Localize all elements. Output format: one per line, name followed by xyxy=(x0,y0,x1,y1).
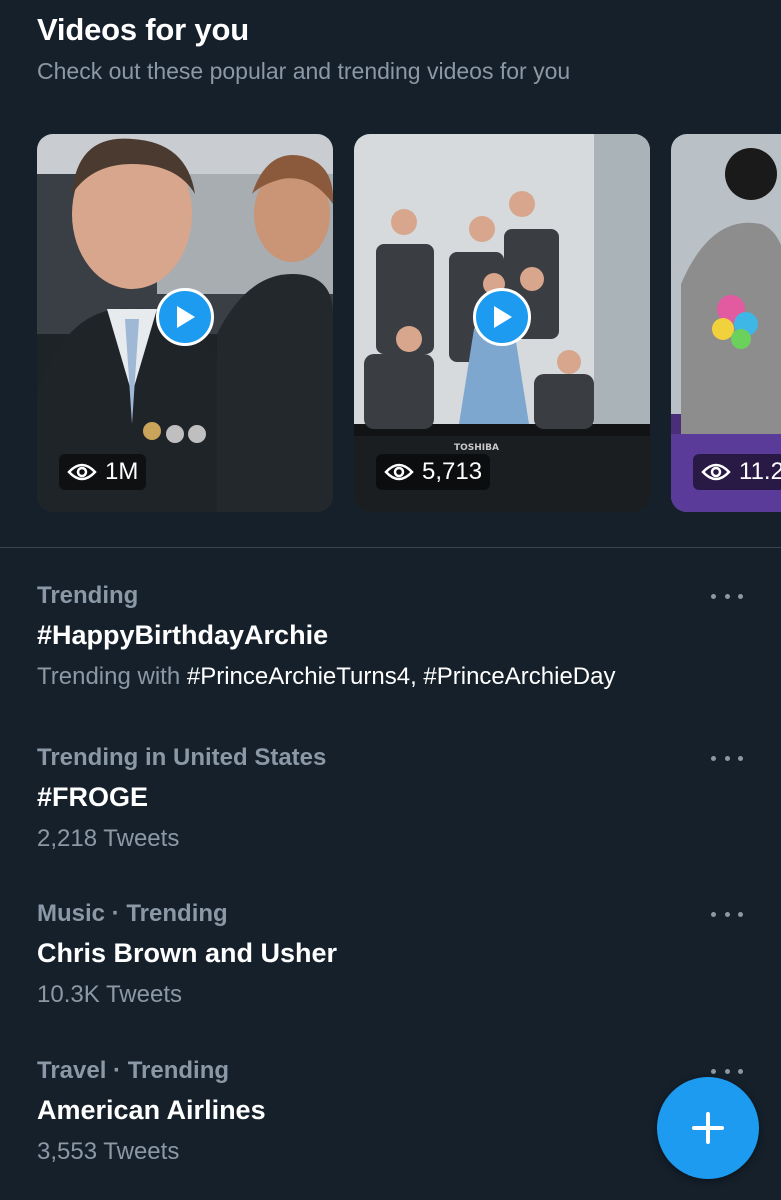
more-dots-icon xyxy=(724,593,730,599)
trend-related-tags[interactable]: #PrinceArchieTurns4, #PrinceArchieDay xyxy=(187,663,616,690)
view-count-badge: 5,713 xyxy=(376,454,491,490)
trend-context: Music · Trending xyxy=(37,900,228,927)
eye-icon xyxy=(384,463,414,481)
more-options-button[interactable] xyxy=(711,906,743,922)
plus-icon xyxy=(692,1112,724,1144)
view-count: 1M xyxy=(105,458,139,485)
view-count: 11.2 xyxy=(739,458,781,485)
video-card[interactable]: 11.2 xyxy=(671,134,781,512)
trend-item[interactable]: Trending #HappyBirthdayArchie Trending w… xyxy=(0,570,781,720)
view-count-badge: 11.2 xyxy=(693,454,781,490)
video-card[interactable]: TOSHIBA 5,713 xyxy=(354,134,650,512)
more-options-button[interactable] xyxy=(711,750,743,766)
compose-tweet-button[interactable] xyxy=(657,1077,759,1179)
trend-item[interactable]: Music · Trending Chris Brown and Usher 1… xyxy=(0,888,781,1038)
section-divider xyxy=(0,547,781,548)
play-icon xyxy=(177,306,195,328)
view-count-badge: 1M xyxy=(59,454,147,490)
play-icon xyxy=(494,306,512,328)
trend-name: #HappyBirthdayArchie xyxy=(37,620,329,650)
video-card[interactable]: 1M xyxy=(37,134,333,512)
more-dots-icon xyxy=(738,755,743,761)
trend-name: Chris Brown and Usher xyxy=(37,938,338,968)
video-carousel[interactable]: 1M TOSHIBA 5,713 11.2 xyxy=(37,134,781,514)
more-dots-icon xyxy=(738,1068,743,1074)
more-options-button[interactable] xyxy=(711,1063,743,1079)
more-dots-icon xyxy=(724,755,730,761)
more-dots-icon xyxy=(711,593,716,599)
trend-tweet-count: 10.3K Tweets xyxy=(37,981,182,1008)
eye-icon xyxy=(67,463,97,481)
more-options-button[interactable] xyxy=(711,588,743,604)
more-dots-icon xyxy=(738,593,743,599)
more-dots-icon xyxy=(724,911,730,917)
view-count: 5,713 xyxy=(422,458,483,485)
trend-context: Travel · Trending xyxy=(37,1057,230,1084)
trend-context: Trending in United States xyxy=(37,744,327,771)
trend-subtext-prefix: Trending with xyxy=(37,663,187,690)
more-dots-icon xyxy=(711,1068,716,1074)
trend-name: #FROGE xyxy=(37,782,149,812)
section-subtitle: Check out these popular and trending vid… xyxy=(37,58,571,84)
play-button[interactable] xyxy=(156,288,214,346)
more-dots-icon xyxy=(738,911,743,917)
eye-icon xyxy=(701,463,731,481)
trend-subtext: Trending with #PrinceArchieTurns4, #Prin… xyxy=(37,663,615,691)
trend-name: American Airlines xyxy=(37,1095,266,1125)
trend-tweet-count: 3,553 Tweets xyxy=(37,1138,180,1165)
trend-item[interactable]: Trending in United States #FROGE 2,218 T… xyxy=(0,732,781,882)
trend-tweet-count: 2,218 Tweets xyxy=(37,825,180,852)
play-button[interactable] xyxy=(473,288,531,346)
more-dots-icon xyxy=(711,911,716,917)
more-dots-icon xyxy=(724,1068,730,1074)
trend-context: Trending xyxy=(37,582,139,609)
section-title: Videos for you xyxy=(37,12,249,47)
more-dots-icon xyxy=(711,755,716,761)
videos-section-header: Videos for you Check out these popular a… xyxy=(37,8,761,86)
svg-text:TOSHIBA: TOSHIBA xyxy=(454,443,499,453)
